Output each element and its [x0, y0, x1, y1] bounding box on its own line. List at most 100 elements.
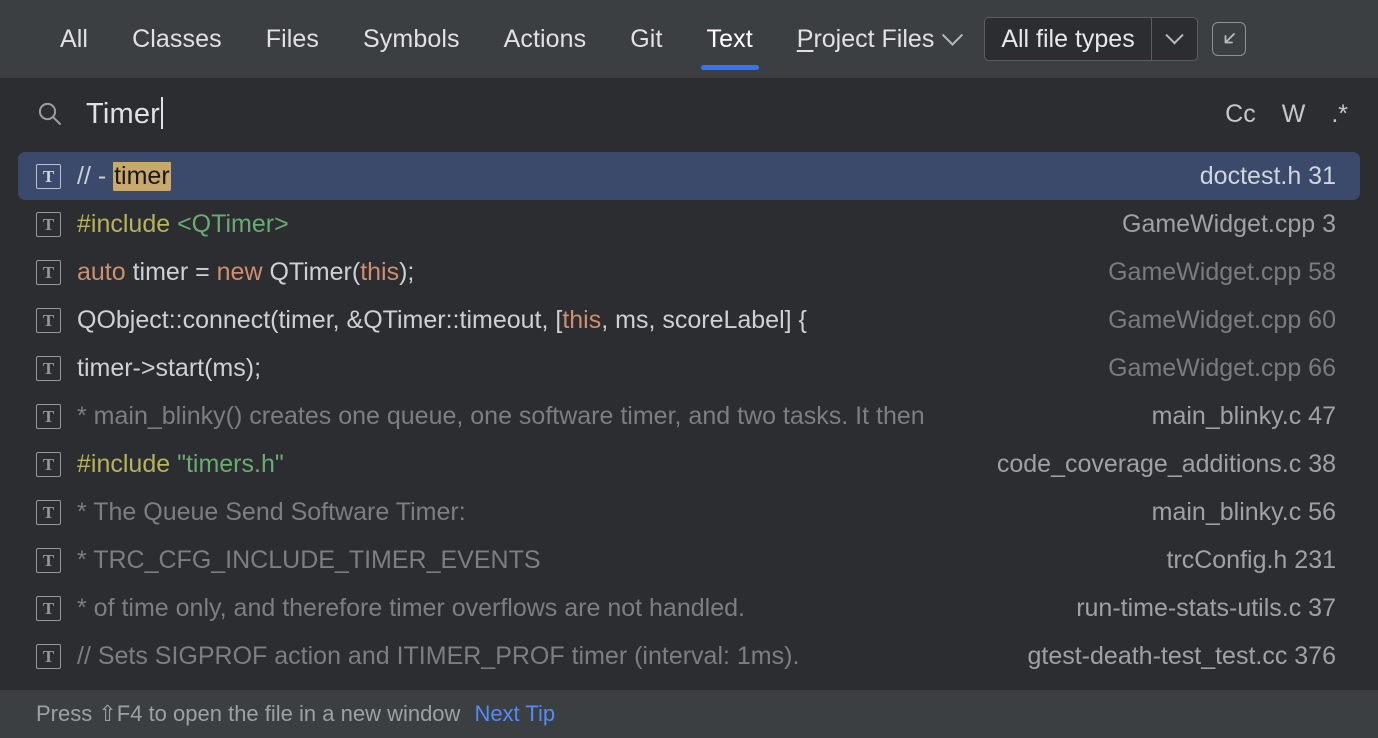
scope-rest: roject Files: [813, 24, 935, 53]
code-token: * of time only, and therefore timer over…: [77, 593, 745, 622]
search-options: Cc W .*: [1225, 100, 1348, 129]
result-text: * The Queue Send Software Timer:: [77, 498, 1126, 527]
result-location: GameWidget.cpp 58: [1108, 257, 1336, 286]
expand-to-tool-window-button[interactable]: [1211, 22, 1246, 56]
text-match-icon: T: [36, 259, 61, 285]
text-match-icon: T: [36, 211, 61, 237]
search-input[interactable]: Timer: [86, 97, 164, 131]
code-token: * TRC_CFG_INCLUDE_TIMER_EVENTS: [77, 545, 541, 574]
search-result-row[interactable]: Ttimer->start(ms); GameWidget.cpp 66: [18, 344, 1360, 392]
search-result-row[interactable]: T * TRC_CFG_INCLUDE_TIMER_EVENTS trcConfi…: [18, 536, 1360, 584]
file-type-dropdown[interactable]: All file types: [984, 17, 1198, 61]
result-text: * of time only, and therefore timer over…: [77, 594, 1050, 623]
file-type-dropdown-arrow[interactable]: [1150, 18, 1197, 60]
chevron-down-icon: [1165, 25, 1184, 44]
search-result-row[interactable]: T #include "timers.h" code_coverage_additi…: [18, 440, 1360, 488]
text-match-icon: T: [36, 499, 61, 525]
search-result-row[interactable]: T * of time only, and therefore timer ov…: [18, 584, 1360, 632]
tab-actions[interactable]: Actions: [482, 0, 609, 78]
result-location: GameWidget.cpp 60: [1108, 305, 1336, 334]
code-token: new: [216, 257, 270, 286]
arrow-down-left-icon: [1224, 33, 1235, 44]
scope-mnemonic: P: [796, 24, 814, 53]
text-match-icon: T: [36, 355, 61, 381]
text-match-icon: T: [36, 307, 61, 333]
search-everywhere-popup: All Classes Files Symbols Actions Git Text Pro…: [0, 0, 1378, 738]
next-tip-link[interactable]: Next Tip: [474, 701, 555, 727]
scope-label: Project Files: [797, 25, 935, 54]
result-text: #include "timers.h": [77, 450, 971, 479]
tab-git[interactable]: Git: [608, 0, 684, 78]
code-token: this: [562, 305, 602, 334]
tab-symbols[interactable]: Symbols: [341, 0, 482, 78]
text-match-icon: T: [36, 595, 61, 621]
result-text: * main_blinky() creates one queue, one s…: [77, 402, 1126, 431]
code-token: // Sets SIGPROF action and ITIMER_PROF t…: [77, 641, 800, 670]
text-caret: [161, 97, 164, 129]
match-highlight: timer: [113, 161, 171, 191]
text-match-icon: T: [36, 403, 61, 429]
result-text: // - timer: [77, 161, 1174, 191]
file-type-value: All file types: [1001, 24, 1135, 53]
code-token: QTimer(: [269, 257, 361, 286]
result-location: code_coverage_additions.c 38: [996, 449, 1336, 478]
text-match-icon: T: [36, 451, 61, 477]
tab-label: Classes: [132, 24, 222, 53]
result-location: main_blinky.c 56: [1151, 497, 1336, 526]
code-token: auto: [77, 257, 133, 286]
result-text: timer->start(ms);: [77, 354, 1082, 383]
code-token: "timers.h": [177, 449, 284, 478]
search-option-regex[interactable]: .*: [1331, 100, 1348, 129]
search-result-row[interactable]: T * The Queue Send Software Timer: main_b…: [18, 488, 1360, 536]
search-result-row[interactable]: T // Sets SIGPROF action and ITIMER_PROF …: [18, 632, 1360, 680]
tab-label: All: [60, 24, 89, 53]
tab-all[interactable]: All: [38, 0, 110, 78]
search-input-value: Timer: [86, 98, 161, 130]
search-result-row[interactable]: T // - timer doctest.h 31: [18, 152, 1360, 200]
tab-label: Git: [630, 24, 663, 53]
search-results-list[interactable]: T // - timer doctest.h 31 T #include <QTimer…: [0, 150, 1378, 690]
text-match-icon: T: [36, 163, 61, 189]
search-result-row[interactable]: Tauto timer = new QTimer(this); GameWidge…: [18, 248, 1360, 296]
search-option-match-case[interactable]: Cc: [1225, 100, 1256, 129]
search-result-row[interactable]: T * main_blinky() creates one queue, one…: [18, 392, 1360, 440]
result-location: trcConfig.h 231: [1166, 545, 1336, 574]
code-token: <QTimer>: [177, 209, 289, 238]
search-result-row[interactable]: T QObject::connect(timer, &QTimer::timeou…: [18, 296, 1360, 344]
result-location: main_blinky.c 47: [1151, 401, 1336, 430]
active-tab-underline: [700, 65, 759, 70]
code-token: * The Queue Send Software Timer:: [77, 497, 466, 526]
code-token: );: [399, 257, 415, 286]
tab-classes[interactable]: Classes: [110, 0, 244, 78]
result-text: // Sets SIGPROF action and ITIMER_PROF t…: [77, 642, 1001, 671]
tab-label: Text: [706, 24, 753, 53]
status-bar: Press ⇧F4 to open the file in a new wind…: [0, 690, 1378, 738]
code-token: this: [360, 257, 400, 286]
result-location: GameWidget.cpp 3: [1122, 209, 1336, 238]
tab-bar: All Classes Files Symbols Actions Git Text Pro…: [0, 0, 1378, 78]
code-token: #include: [77, 209, 178, 238]
tab-files[interactable]: Files: [244, 0, 341, 78]
text-match-icon: T: [36, 547, 61, 573]
result-location: gtest-death-test_test.cc 376: [1027, 641, 1336, 670]
code-token: QObject::connect(timer, &QTimer::timeout…: [77, 305, 563, 334]
search-icon: [38, 102, 61, 125]
tabs-container: All Classes Files Symbols Actions Git Text: [38, 0, 775, 78]
text-match-icon: T: [36, 643, 61, 669]
code-token: * main_blinky() creates one queue, one s…: [77, 401, 925, 430]
result-location: run-time-stats-utils.c 37: [1076, 593, 1336, 622]
chevron-down-icon: [942, 24, 964, 46]
scope-selector[interactable]: Project Files: [775, 0, 975, 78]
code-token: , ms, scoreLabel] {: [601, 305, 807, 334]
result-text: auto timer = new QTimer(this);: [77, 258, 1082, 287]
result-text: #include <QTimer>: [77, 210, 1096, 239]
tab-label: Symbols: [363, 24, 460, 53]
search-bar[interactable]: Timer Cc W .*: [0, 78, 1378, 150]
search-result-row[interactable]: T #include <QTimer> GameWidget.cpp 3: [18, 200, 1360, 248]
result-location: GameWidget.cpp 66: [1108, 353, 1336, 382]
search-option-whole-words[interactable]: W: [1282, 100, 1306, 129]
tab-text[interactable]: Text: [685, 0, 775, 78]
tab-label: Actions: [503, 24, 587, 53]
tab-label: Files: [265, 24, 320, 53]
result-text: * TRC_CFG_INCLUDE_TIMER_EVENTS: [77, 546, 1140, 575]
